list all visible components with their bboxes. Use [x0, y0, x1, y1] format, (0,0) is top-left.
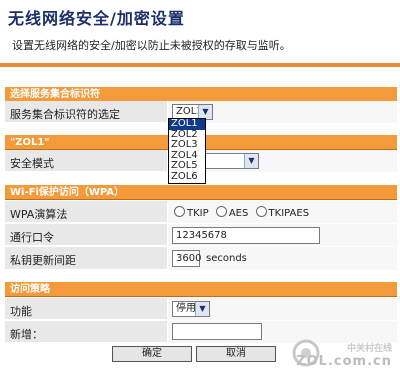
radio-button-icon[interactable]: [255, 206, 267, 217]
watermark-name: 中关村在线: [346, 344, 392, 354]
function-label: 功能: [10, 305, 32, 318]
wpa-algorithm-radio-group: TKIP AES TKIPAES: [174, 206, 313, 219]
page-subtitle: 设置无线网络的安全/加密以防止未被授权的存取与监听。: [12, 39, 291, 52]
title-divider: [0, 63, 400, 67]
add-label: 新增：: [10, 328, 43, 341]
radio-tkip[interactable]: TKIP: [174, 206, 209, 219]
ok-button[interactable]: 确定: [112, 346, 192, 362]
passphrase-label: 通行口令: [10, 231, 54, 244]
page-title: 无线网络安全/加密设置: [8, 9, 185, 28]
function-select[interactable]: 停用 ▼: [172, 301, 210, 317]
wpa-algorithm-cell: TKIP AES TKIPAES: [167, 201, 397, 223]
add-row: 新增：: [5, 321, 397, 343]
wpa-algorithm-row: WPA演算法 TKIP AES TKIPAES: [5, 201, 397, 223]
rekey-interval-row: 私钥更新间距 3600 seconds: [5, 247, 397, 270]
chevron-down-icon[interactable]: ▼: [195, 302, 209, 316]
rekey-unit-label: seconds: [206, 253, 247, 264]
dropdown-option[interactable]: ZOL1: [169, 118, 205, 130]
rekey-interval-label: 私钥更新间距: [10, 254, 76, 267]
function-select-value: 停用: [176, 303, 196, 314]
watermark: 中关村在线 ZOL.com.cn: [296, 341, 392, 369]
dropdown-option[interactable]: ZOL6: [169, 171, 205, 183]
chevron-down-icon[interactable]: ▼: [244, 154, 258, 168]
radio-tkipaes[interactable]: TKIPAES: [255, 206, 309, 219]
rekey-interval-cell: 3600 seconds: [167, 247, 397, 270]
function-cell: 停用 ▼: [167, 298, 397, 320]
passphrase-row: 通行口令 12345678: [5, 224, 397, 246]
passphrase-input[interactable]: 12345678: [172, 227, 320, 244]
radio-button-icon[interactable]: [215, 206, 227, 217]
rekey-interval-input[interactable]: 3600: [172, 250, 201, 267]
cancel-button[interactable]: 取消: [196, 346, 276, 362]
wpa-algorithm-label: WPA演算法: [10, 208, 68, 221]
function-row: 功能 停用 ▼: [5, 298, 397, 320]
add-input[interactable]: [172, 323, 262, 340]
access-policy-section-header: 访问策略: [5, 282, 397, 297]
security-mode-label: 安全模式: [10, 157, 54, 170]
add-cell: [167, 321, 397, 343]
wpa-section-header: Wi-Fi保护访问（WPA）: [5, 185, 397, 200]
ssid-section-header: 选择服务集合标识符: [5, 87, 397, 102]
passphrase-cell: 12345678: [167, 224, 397, 246]
ssid-select-label: 服务集合标识符的选定: [10, 108, 120, 121]
radio-button-icon[interactable]: [174, 206, 185, 217]
radio-aes[interactable]: AES: [215, 206, 248, 219]
watermark-url: ZOL.com.cn: [296, 354, 392, 369]
chevron-down-icon[interactable]: ▼: [198, 105, 212, 119]
ssid-dropdown-list: ZOL1 ZOL2 ZOL3 ZOL4 ZOL5 ZOL6: [168, 118, 206, 184]
